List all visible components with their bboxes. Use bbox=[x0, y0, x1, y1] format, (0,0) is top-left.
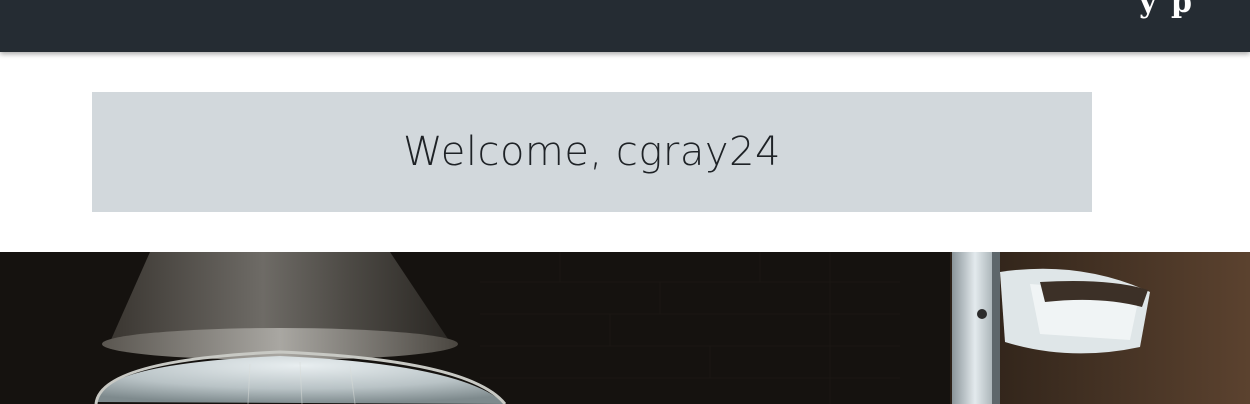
welcome-message: Welcome, cgray24 bbox=[403, 129, 781, 175]
hero-image bbox=[0, 252, 1250, 404]
hero-photo-illustration bbox=[0, 252, 1250, 404]
welcome-banner: Welcome, cgray24 bbox=[92, 92, 1092, 212]
top-navbar: y p bbox=[0, 0, 1250, 52]
brand-logo-text[interactable]: y p bbox=[1139, 0, 1194, 20]
